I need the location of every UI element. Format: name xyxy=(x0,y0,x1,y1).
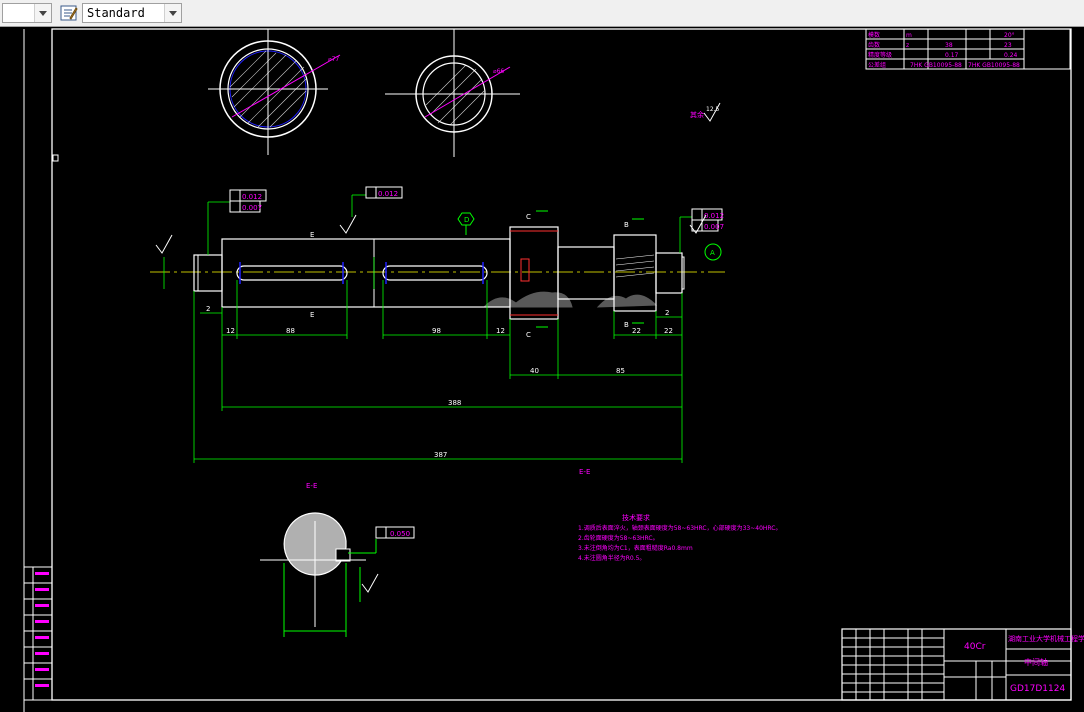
svg-text:公差组: 公差组 xyxy=(868,61,886,69)
svg-text:m: m xyxy=(906,32,912,39)
datum-markers: A D C C B B E E xyxy=(310,210,722,339)
svg-text:z: z xyxy=(906,42,909,49)
text-style-icon[interactable] xyxy=(60,4,78,22)
tol-t6: 0.050 xyxy=(390,530,410,538)
svg-text:38: 38 xyxy=(945,42,953,49)
section-c-top-label: C xyxy=(526,213,531,221)
tol-t5: 0.007 xyxy=(704,223,724,231)
svg-text:12.5: 12.5 xyxy=(706,106,720,113)
dimension-texts: 88 98 12 12 2 2 40 85 22 22 388 387 xyxy=(206,305,673,459)
svg-text:0.24: 0.24 xyxy=(1004,52,1018,59)
side-strip xyxy=(23,566,53,701)
svg-text:精度等级: 精度等级 xyxy=(868,51,892,59)
grip-handle[interactable] xyxy=(52,154,59,162)
dim-overall2: 387 xyxy=(434,451,447,459)
note-2: 2.齿轮面硬度为58~63HRC。 xyxy=(578,534,659,542)
title-block: 40Cr 湖南工业大学机械工程学院 中间轴 GD17D1124 xyxy=(841,628,1084,701)
svg-text:B: B xyxy=(624,321,629,329)
tolerance-frames: 0.012 0.007 0.012 0.012 0.007 0.050 xyxy=(229,186,724,539)
section-view-ee xyxy=(260,512,377,637)
dim-overall1: 388 xyxy=(448,399,461,407)
dim-len7: 22 xyxy=(632,327,641,335)
tol-t3: 0.012 xyxy=(378,190,398,198)
drawing-canvas[interactable]: 模数齿数精度等级公差组 mz 38 20° 23 0.17 0.24 7HK GB10… xyxy=(0,27,1084,712)
section-view-2: ⌀66 xyxy=(385,29,520,157)
dim-d1: 88 xyxy=(286,327,295,335)
svg-text:⌀77: ⌀77 xyxy=(328,56,339,63)
svg-text:⌀66: ⌀66 xyxy=(493,68,504,75)
section-label-ee-top: E-E xyxy=(579,468,590,476)
param-table: 模数齿数精度等级公差组 mz 38 20° 23 0.17 0.24 7HK GB10… xyxy=(865,28,1071,70)
tol-t4: 0.012 xyxy=(704,212,724,220)
part-name: 中间轴 xyxy=(1024,657,1048,667)
layer-dropdown[interactable] xyxy=(2,3,52,23)
drawing-frame xyxy=(51,28,1072,701)
svg-text:其余: 其余 xyxy=(690,110,704,119)
section-label-ee-left: E-E xyxy=(306,482,317,490)
text-style-dropdown-value: Standard xyxy=(87,6,145,20)
note-3: 3.未注倒角均为C1，表面粗糙度Ra0.8mm xyxy=(578,544,693,552)
dim-d2: 98 xyxy=(432,327,441,335)
note-4: 4.未注圆角半径为R0.5。 xyxy=(578,554,645,562)
tol-t1: 0.012 xyxy=(242,193,262,201)
svg-text:23: 23 xyxy=(1004,42,1012,49)
svg-text:模数: 模数 xyxy=(868,31,880,39)
shaft-main-view xyxy=(150,226,725,320)
technical-notes: 技术要求 1.调质后表面淬火，轴颈表面硬度为58~63HRC，心部硬度为33~4… xyxy=(578,513,781,562)
svg-text:C: C xyxy=(526,331,531,339)
general-roughness: 其余 12.5 xyxy=(690,102,721,122)
toolbar: Standard xyxy=(0,0,1084,27)
material-label: 40Cr xyxy=(964,642,986,652)
svg-text:E: E xyxy=(310,311,314,319)
svg-text:齿数: 齿数 xyxy=(868,41,880,49)
drawing-number: GD17D1124 xyxy=(1010,684,1065,694)
section-b-top-label: B xyxy=(624,221,629,229)
section-view-1: ⌀77 xyxy=(208,29,341,155)
chevron-down-icon[interactable] xyxy=(34,4,51,22)
svg-text:7HK GB10095-88: 7HK GB10095-88 xyxy=(910,62,962,69)
svg-text:20°: 20° xyxy=(1004,32,1015,39)
dim-len2: 12 xyxy=(496,327,505,335)
text-style-dropdown[interactable]: Standard xyxy=(82,3,182,23)
dim-len4: 2 xyxy=(665,309,669,317)
cad-drawing: 模数齿数精度等级公差组 mz 38 20° 23 0.17 0.24 7HK GB10… xyxy=(23,28,1084,712)
dim-len5: 40 xyxy=(530,367,539,375)
svg-text:7HK GB10095-88: 7HK GB10095-88 xyxy=(968,62,1020,69)
chevron-down-icon[interactable] xyxy=(164,4,181,22)
dim-len6: 85 xyxy=(616,367,625,375)
datum-a-label: A xyxy=(710,249,715,257)
dim-len8: 22 xyxy=(664,327,673,335)
dim-len1: 12 xyxy=(226,327,235,335)
tol-t2: 0.007 xyxy=(242,204,262,212)
dimensions xyxy=(163,194,692,463)
section-e-top-label: E xyxy=(310,231,314,239)
notes-title: 技术要求 xyxy=(622,513,650,522)
dim-len3: 2 xyxy=(206,305,210,313)
svg-text:0.17: 0.17 xyxy=(945,52,959,59)
org-name: 湖南工业大学机械工程学院 xyxy=(1008,634,1084,643)
datum-d-label: D xyxy=(464,216,469,224)
note-1: 1.调质后表面淬火，轴颈表面硬度为58~63HRC，心部硬度为33~40HRC。 xyxy=(578,524,781,532)
